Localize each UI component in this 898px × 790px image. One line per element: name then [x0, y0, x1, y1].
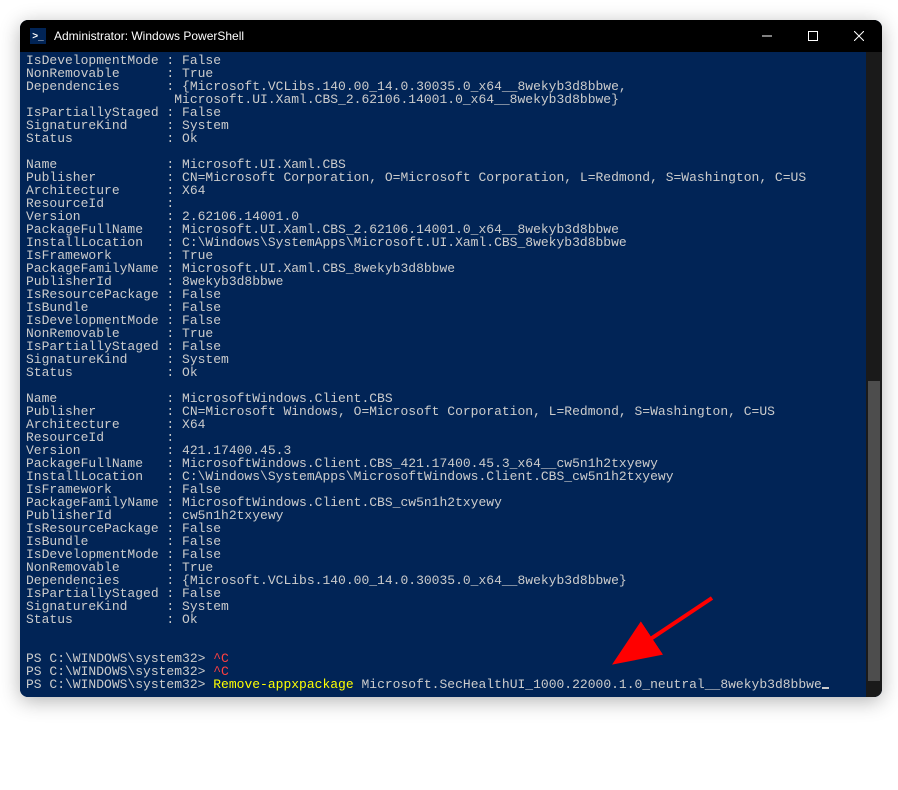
output-line: Status : Ok — [26, 366, 876, 379]
powershell-window: >_ Administrator: Windows PowerShell IsD… — [20, 20, 882, 697]
output-line: Status : Ok — [26, 613, 876, 626]
window-title: Administrator: Windows PowerShell — [54, 29, 244, 43]
titlebar[interactable]: >_ Administrator: Windows PowerShell — [20, 20, 882, 52]
close-button[interactable] — [836, 20, 882, 52]
maximize-button[interactable] — [790, 20, 836, 52]
vertical-scrollbar[interactable] — [866, 52, 882, 697]
powershell-icon: >_ — [30, 28, 46, 44]
minimize-button[interactable] — [744, 20, 790, 52]
output-line: Status : Ok — [26, 132, 876, 145]
text-cursor — [822, 687, 829, 689]
window-controls — [744, 20, 882, 52]
scrollbar-thumb[interactable] — [868, 381, 880, 681]
blank-line — [26, 626, 876, 639]
command-line[interactable]: PS C:\WINDOWS\system32> Remove-appxpacka… — [26, 678, 876, 691]
terminal-output[interactable]: IsDevelopmentMode : FalseNonRemovable : … — [20, 52, 882, 697]
